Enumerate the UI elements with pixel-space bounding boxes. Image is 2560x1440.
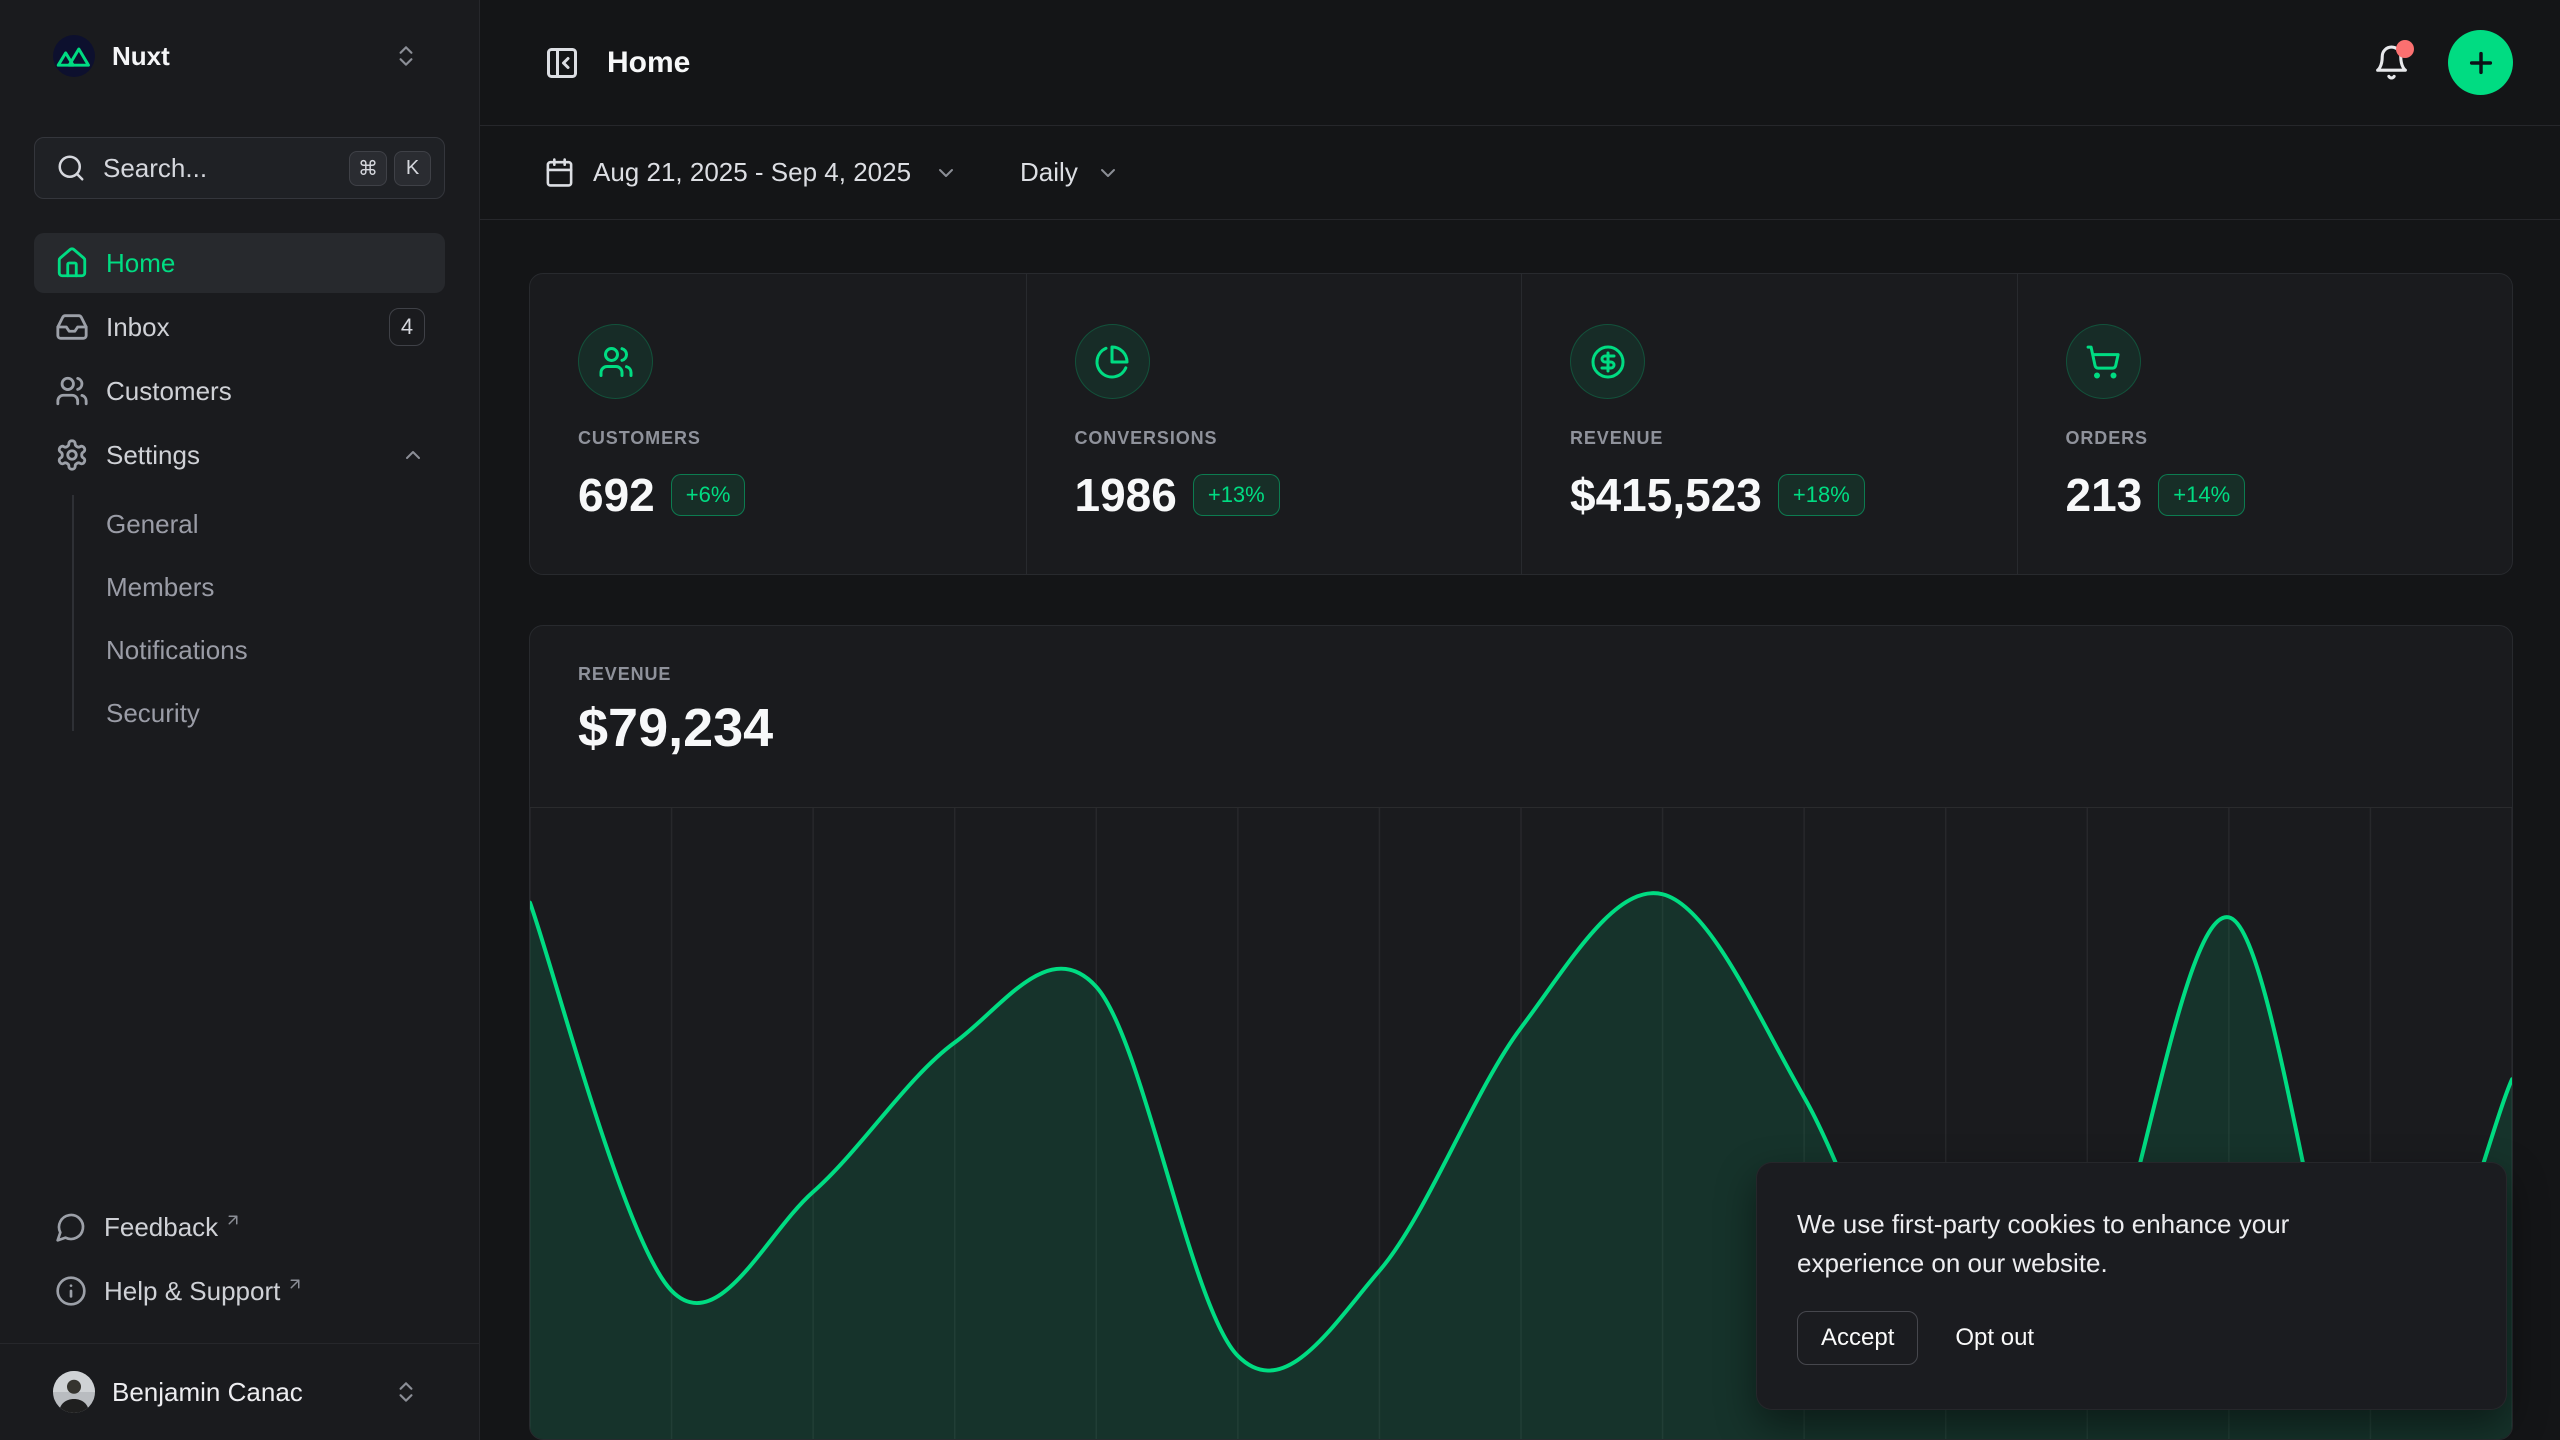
- stat-value: 692: [578, 468, 655, 522]
- stat-card-orders[interactable]: ORDERS 213 +14%: [2017, 274, 2513, 574]
- date-range-picker[interactable]: Aug 21, 2025 - Sep 4, 2025: [544, 157, 958, 188]
- sub-item-label: Notifications: [106, 635, 248, 666]
- period-value: Daily: [1020, 157, 1078, 188]
- workspace-name: Nuxt: [112, 41, 393, 72]
- header-actions: [2373, 30, 2513, 95]
- stat-label: ORDERS: [2066, 428, 2465, 449]
- chevron-down-icon: [934, 161, 958, 185]
- external-link-icon: [224, 1211, 242, 1229]
- cookie-message: We use first-party cookies to enhance yo…: [1797, 1205, 2417, 1283]
- stat-icon-disc: [1075, 324, 1150, 399]
- sidebar-item-label: Customers: [106, 376, 425, 407]
- workspace-switcher[interactable]: Nuxt: [34, 28, 445, 84]
- footer-link-label: Help & Support: [104, 1276, 280, 1307]
- sidebar: Nuxt Search... ⌘ K Home Inbox 4 Customer…: [0, 0, 480, 1440]
- sub-item-label: Security: [106, 698, 200, 729]
- cookie-banner: We use first-party cookies to enhance yo…: [1756, 1162, 2507, 1410]
- footer-link-label: Feedback: [104, 1212, 218, 1243]
- stat-label: CONVERSIONS: [1075, 428, 1474, 449]
- sidebar-nav: Home Inbox 4 Customers Settings General …: [34, 233, 445, 746]
- stat-delta-badge: +18%: [1778, 474, 1865, 516]
- circle-dollar-icon: [1590, 344, 1626, 380]
- sidebar-item-inbox[interactable]: Inbox 4: [34, 297, 445, 357]
- stat-label: CUSTOMERS: [578, 428, 978, 449]
- inbox-count-badge: 4: [389, 308, 425, 346]
- stat-card-revenue[interactable]: REVENUE $415,523 +18%: [1521, 274, 2017, 574]
- add-button[interactable]: [2448, 30, 2513, 95]
- stat-delta-badge: +14%: [2158, 474, 2245, 516]
- accept-button[interactable]: Accept: [1797, 1311, 1918, 1365]
- search-icon: [56, 153, 86, 183]
- sidebar-item-members[interactable]: Members: [34, 557, 445, 617]
- stat-value: $415,523: [1570, 468, 1762, 522]
- feedback-link[interactable]: Feedback: [34, 1197, 445, 1257]
- gear-icon: [55, 438, 89, 472]
- chevron-down-icon: [1096, 161, 1120, 185]
- avatar: [53, 1371, 95, 1413]
- search-input[interactable]: Search... ⌘ K: [34, 137, 445, 199]
- stat-icon-disc: [578, 324, 653, 399]
- notification-dot: [2396, 40, 2414, 58]
- sidebar-item-general[interactable]: General: [34, 494, 445, 554]
- period-select[interactable]: Daily: [1020, 157, 1120, 188]
- stat-value: 213: [2066, 468, 2143, 522]
- sidebar-item-label: Settings: [106, 440, 401, 471]
- stat-icon-disc: [2066, 324, 2141, 399]
- users-icon: [55, 374, 89, 408]
- filters-toolbar: Aug 21, 2025 - Sep 4, 2025 Daily: [480, 126, 2560, 220]
- shopping-cart-icon: [2085, 344, 2121, 380]
- stats-grid: CUSTOMERS 692 +6% CONVERSIONS 1986 +13%: [529, 273, 2513, 575]
- date-range-value: Aug 21, 2025 - Sep 4, 2025: [593, 157, 911, 188]
- message-bubble-icon: [55, 1211, 87, 1243]
- page-title: Home: [607, 46, 690, 80]
- pie-chart-icon: [1094, 344, 1130, 380]
- notifications-button[interactable]: [2373, 44, 2410, 81]
- external-link-icon: [286, 1275, 304, 1293]
- sidebar-item-label: Home: [106, 248, 425, 279]
- user-name: Benjamin Canac: [112, 1377, 393, 1408]
- stat-card-customers[interactable]: CUSTOMERS 692 +6%: [530, 274, 1026, 574]
- user-section: Benjamin Canac: [0, 1343, 479, 1440]
- collapse-sidebar-icon[interactable]: [544, 45, 580, 81]
- chevrons-up-down-icon: [393, 43, 419, 69]
- chevrons-up-down-icon: [393, 1379, 419, 1405]
- chevron-up-icon: [401, 443, 425, 467]
- plus-icon: [2465, 47, 2497, 79]
- user-menu[interactable]: Benjamin Canac: [34, 1359, 445, 1425]
- sub-item-label: General: [106, 509, 199, 540]
- stat-card-conversions[interactable]: CONVERSIONS 1986 +13%: [1026, 274, 1522, 574]
- stat-label: REVENUE: [1570, 428, 1969, 449]
- sidebar-item-settings[interactable]: Settings: [34, 425, 445, 485]
- house-icon: [55, 246, 89, 280]
- sidebar-item-security[interactable]: Security: [34, 683, 445, 743]
- settings-sub-list: General Members Notifications Security: [34, 489, 445, 743]
- sidebar-footer: Feedback Help & Support: [34, 1197, 445, 1325]
- sidebar-item-customers[interactable]: Customers: [34, 361, 445, 421]
- stat-delta-badge: +13%: [1193, 474, 1280, 516]
- opt-out-button[interactable]: Opt out: [1955, 1324, 2034, 1352]
- stat-value: 1986: [1075, 468, 1177, 522]
- users-icon: [598, 344, 634, 380]
- sidebar-item-label: Inbox: [106, 312, 389, 343]
- info-circle-icon: [55, 1275, 87, 1307]
- revenue-panel-label: REVENUE: [578, 664, 2464, 685]
- stat-delta-badge: +6%: [671, 474, 746, 516]
- help-support-link[interactable]: Help & Support: [34, 1261, 445, 1321]
- calendar-icon: [544, 157, 575, 188]
- revenue-panel-value: $79,234: [578, 697, 2464, 759]
- sidebar-item-notifications[interactable]: Notifications: [34, 620, 445, 680]
- search-placeholder: Search...: [103, 153, 349, 184]
- kbd-cmd: ⌘: [349, 151, 387, 186]
- page-header: Home: [480, 0, 2560, 126]
- nuxt-logo-icon: [53, 35, 95, 77]
- stat-icon-disc: [1570, 324, 1645, 399]
- kbd-k: K: [394, 151, 431, 186]
- inbox-icon: [55, 310, 89, 344]
- sidebar-item-home[interactable]: Home: [34, 233, 445, 293]
- sub-item-label: Members: [106, 572, 214, 603]
